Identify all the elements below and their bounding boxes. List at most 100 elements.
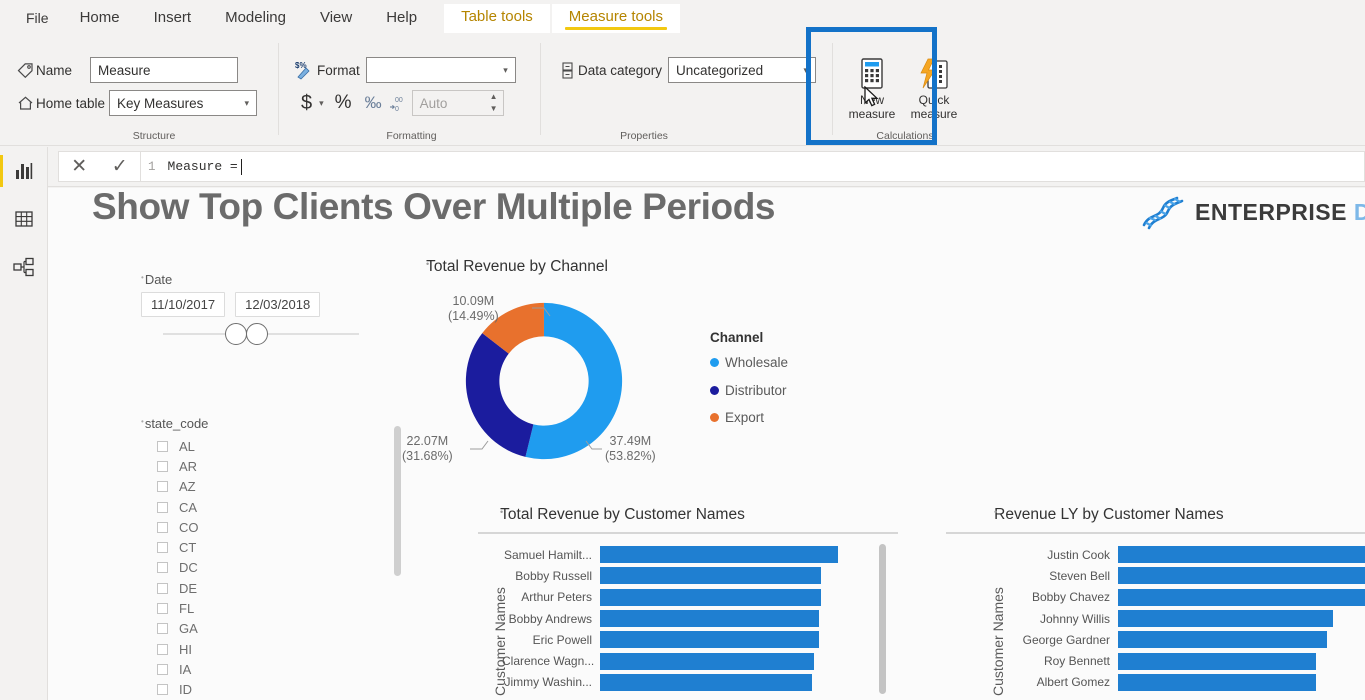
checkbox[interactable]: [157, 542, 168, 554]
bar-fill[interactable]: [1118, 652, 1317, 670]
legend-item-distributor[interactable]: Distributor: [710, 383, 788, 398]
tab-view[interactable]: View: [303, 5, 369, 33]
checkbox[interactable]: [157, 663, 168, 675]
tab-table-tools[interactable]: Table tools: [444, 4, 550, 33]
legend-item-export[interactable]: Export: [710, 410, 788, 425]
checkbox[interactable]: [157, 603, 168, 615]
percent-format-button[interactable]: %: [331, 92, 356, 114]
checkbox[interactable]: [157, 460, 168, 472]
state-slicer-item[interactable]: CT: [141, 537, 361, 557]
state-slicer-item[interactable]: AL: [141, 436, 361, 456]
state-slicer-item[interactable]: IA: [141, 659, 361, 679]
stepper-arrows[interactable]: ▲ ▼: [489, 93, 499, 113]
format-select[interactable]: ▾: [365, 57, 516, 83]
bar-row[interactable]: Roy Bennett: [998, 650, 1365, 671]
bar-fill[interactable]: [600, 546, 838, 564]
bar-row[interactable]: Bobby Andrews: [502, 608, 838, 629]
tab-file[interactable]: File: [14, 6, 63, 33]
bar-fill[interactable]: [600, 610, 819, 628]
bar-row[interactable]: Eric Powell: [502, 629, 838, 650]
state-code-slicer[interactable]: state_code AL AR AZ CA CO CT DC DE FL GA HI IA ID: [141, 416, 401, 700]
state-slicer-item[interactable]: CA: [141, 497, 361, 517]
date-slicer[interactable]: Date 11/10/2017 12/03/2018: [141, 272, 359, 345]
state-slicer-item[interactable]: HI: [141, 639, 361, 659]
bar-row[interactable]: Justin Cook: [998, 544, 1365, 565]
left-bar-scrollbar[interactable]: [879, 544, 886, 694]
checkbox[interactable]: [157, 501, 168, 513]
state-slicer-item[interactable]: FL: [141, 598, 361, 618]
bar-fill[interactable]: [1118, 631, 1328, 649]
chart-revenue-ly-by-customer-names[interactable]: Revenue LY by Customer Names Customer Na…: [946, 506, 1365, 696]
checkbox[interactable]: [157, 481, 168, 493]
home-table-select[interactable]: Key Measures ▾: [109, 90, 258, 116]
state-slicer-item[interactable]: DE: [141, 578, 361, 598]
bar-row[interactable]: Bobby Russell: [502, 565, 838, 586]
bar-row[interactable]: Albert Gomez: [998, 672, 1365, 693]
bar-row[interactable]: Johnny Willis: [998, 608, 1365, 629]
decimal-places-icon[interactable]: 00 0: [386, 94, 412, 112]
date-range-slider[interactable]: [163, 323, 359, 345]
checkbox[interactable]: [157, 684, 168, 696]
checkbox[interactable]: [157, 562, 168, 574]
tab-home[interactable]: Home: [63, 5, 137, 33]
tab-help[interactable]: Help: [369, 5, 434, 33]
bar-fill[interactable]: [1118, 673, 1317, 691]
tab-modeling[interactable]: Modeling: [208, 5, 303, 33]
measure-name-input[interactable]: Measure: [90, 57, 239, 83]
report-canvas[interactable]: Show Top Clients Over Multiple Periods E…: [48, 188, 1365, 700]
checkbox[interactable]: [157, 440, 168, 452]
accept-formula-button[interactable]: ✓: [112, 157, 128, 176]
state-code-list[interactable]: AL AR AZ CA CO CT DC DE FL GA HI IA ID: [141, 436, 361, 700]
checkbox[interactable]: [157, 521, 168, 533]
bar-fill[interactable]: [600, 673, 812, 691]
bar-row[interactable]: Steven Bell: [998, 565, 1365, 586]
legend-item-wholesale[interactable]: Wholesale: [710, 355, 788, 370]
bar-fill[interactable]: [600, 652, 815, 670]
state-slicer-item[interactable]: AZ: [141, 477, 361, 497]
bar-fill[interactable]: [1118, 588, 1365, 606]
state-slicer-item[interactable]: DC: [141, 558, 361, 578]
checkbox[interactable]: [157, 623, 168, 635]
donut-slice[interactable]: [465, 333, 534, 457]
state-slicer-item-label: CO: [179, 519, 199, 535]
bar-fill[interactable]: [1118, 546, 1365, 564]
state-slicer-item[interactable]: GA: [141, 619, 361, 639]
currency-format-button[interactable]: $: [297, 92, 316, 115]
state-slicer-item[interactable]: AR: [141, 456, 361, 476]
date-start-input[interactable]: 11/10/2017: [141, 292, 226, 317]
decimal-places-stepper[interactable]: Auto ▲ ▼: [411, 90, 504, 116]
bar-row[interactable]: Bobby Chavez: [998, 587, 1365, 608]
bar-row[interactable]: Jimmy Washin...: [502, 672, 838, 693]
quick-measure-button[interactable]: Quick measure: [902, 55, 966, 121]
thousands-separator-button[interactable]: ‰: [356, 93, 386, 113]
bar-fill[interactable]: [1118, 567, 1365, 585]
bar-row[interactable]: Clarence Wagn...: [502, 650, 838, 671]
state-slicer-item[interactable]: CO: [141, 517, 361, 537]
bar-fill[interactable]: [1118, 610, 1334, 628]
bar-row[interactable]: Samuel Hamilt...: [502, 544, 838, 565]
state-slicer-item-label: CT: [179, 540, 197, 556]
cancel-formula-button[interactable]: ✕: [71, 157, 87, 176]
chart-total-revenue-by-channel[interactable]: Total Revenue by Channel 10.09M(14.49%) …: [402, 258, 846, 488]
checkbox[interactable]: [157, 643, 168, 655]
state-slicer-scrollbar[interactable]: [394, 426, 401, 576]
date-end-input[interactable]: 12/03/2018: [235, 292, 321, 317]
sidebar-item-data-view[interactable]: [0, 195, 47, 243]
date-slider-handle-end[interactable]: [246, 323, 268, 345]
bar-row[interactable]: George Gardner: [998, 629, 1365, 650]
state-slicer-item[interactable]: ID: [141, 680, 361, 700]
tab-insert[interactable]: Insert: [137, 5, 209, 33]
currency-chevron-down-icon[interactable]: ▾: [316, 98, 331, 109]
checkbox[interactable]: [157, 582, 168, 594]
date-slider-handle-start[interactable]: [225, 323, 247, 345]
bar-fill[interactable]: [600, 631, 819, 649]
data-category-select[interactable]: Uncategorized ▾: [668, 57, 817, 83]
bar-fill[interactable]: [600, 567, 822, 585]
sidebar-item-model-view[interactable]: [0, 243, 47, 291]
chart-total-revenue-by-customer-names[interactable]: Total Revenue by Customer Names Customer…: [478, 506, 898, 696]
bar-row[interactable]: Arthur Peters: [502, 587, 838, 608]
sidebar-item-report-view[interactable]: [0, 147, 47, 195]
bar-fill[interactable]: [600, 588, 822, 606]
tab-measure-tools[interactable]: Measure tools: [551, 4, 681, 33]
formula-input[interactable]: 1 Measure =: [141, 151, 1365, 182]
